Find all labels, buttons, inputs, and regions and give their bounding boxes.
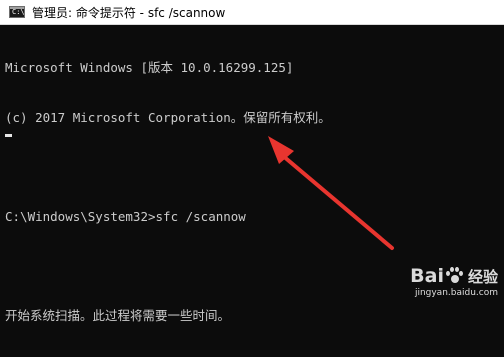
watermark-brand-right: 经验 bbox=[467, 267, 498, 286]
red-arrow-icon bbox=[268, 136, 394, 250]
watermark-url: jingyan.baidu.com bbox=[414, 288, 498, 298]
console-line-scan-message: 开始系统扫描。此过程将需要一些时间。 bbox=[5, 307, 231, 323]
baidu-jingyan-watermark: Bai 经验 jingyan.baidu.com bbox=[410, 265, 498, 298]
annotation-overlay bbox=[268, 136, 394, 250]
baidu-paw-icon bbox=[445, 267, 463, 285]
watermark-brand-left: Bai bbox=[410, 265, 444, 287]
